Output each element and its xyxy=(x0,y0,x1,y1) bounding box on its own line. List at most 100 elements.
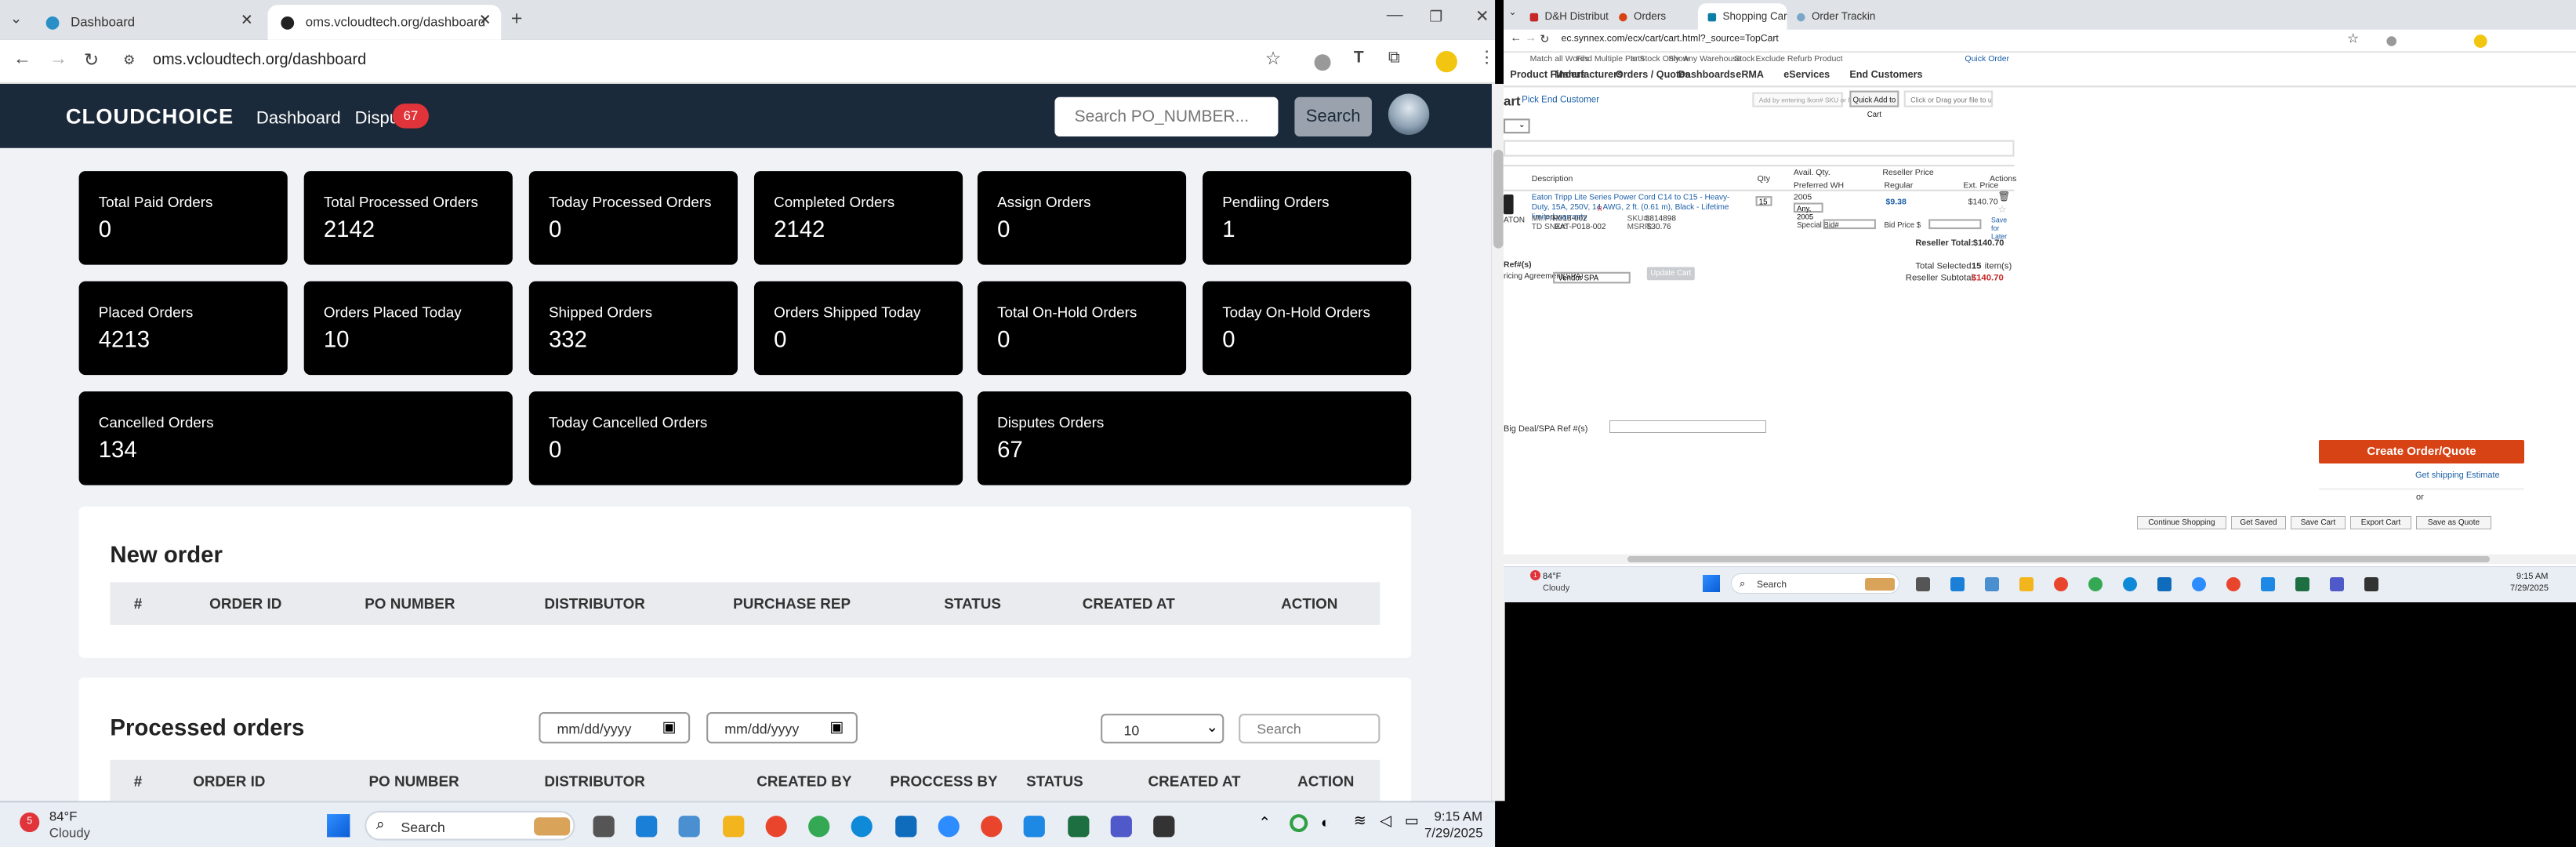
volume-icon[interactable]: ◁ xyxy=(1380,812,1391,831)
calendar-icon[interactable]: ▣ xyxy=(829,718,844,736)
create-order-button[interactable]: Create Order/Quote xyxy=(2319,440,2524,463)
column-header: PO NUMBER xyxy=(368,772,459,790)
column-header: # xyxy=(133,772,143,790)
extension-icon[interactable] xyxy=(1314,54,1331,71)
extensions-icon[interactable]: ⧉ xyxy=(1388,49,1400,67)
task-view-icon[interactable] xyxy=(593,816,615,838)
big-deal-input[interactable] xyxy=(1609,420,1766,433)
calendar-icon[interactable]: ▣ xyxy=(662,718,677,736)
outlook-icon[interactable] xyxy=(2157,577,2171,591)
stat-label: Completed Orders xyxy=(774,194,895,211)
weather-desc[interactable]: Cloudy xyxy=(1543,583,1569,593)
po-search-input[interactable] xyxy=(1054,96,1279,137)
reading-mode-icon[interactable]: T xyxy=(1354,49,1364,67)
windows-start-icon[interactable] xyxy=(1703,575,1720,592)
clock-time[interactable]: 9:15 AM xyxy=(1435,809,1483,824)
close-window-icon[interactable]: ✕ xyxy=(1475,8,1489,26)
chrome-profile-icon[interactable] xyxy=(2088,577,2103,591)
windows-start-icon[interactable] xyxy=(327,814,350,838)
processed-search-input[interactable] xyxy=(1239,714,1381,743)
excel-icon[interactable] xyxy=(2295,577,2309,591)
clock-time[interactable]: 9:15 AM xyxy=(2516,572,2548,581)
excel-icon[interactable] xyxy=(1068,816,1090,838)
chrome-profile-icon[interactable] xyxy=(808,816,830,838)
zoom-icon[interactable] xyxy=(2192,577,2206,591)
nav-dashboard-link[interactable]: Dashboard xyxy=(256,108,341,128)
chevron-up-icon[interactable]: ⌃ xyxy=(1258,814,1271,832)
horizontal-scrollbar[interactable] xyxy=(1504,554,2576,564)
new-tab-button[interactable]: + xyxy=(511,6,523,29)
chrome-icon[interactable] xyxy=(765,816,787,838)
zoom-icon[interactable] xyxy=(938,816,960,838)
search-button[interactable]: Search xyxy=(1294,96,1372,137)
chrome-icon[interactable] xyxy=(981,816,1003,838)
file-explorer-icon[interactable] xyxy=(723,816,745,838)
save-cart-button[interactable]: Save Cart xyxy=(2291,516,2346,529)
stat-label: Today Cancelled Orders xyxy=(548,414,708,431)
weather-temp[interactable]: 84°F xyxy=(1543,572,1561,581)
app-icon[interactable] xyxy=(636,816,658,838)
site-info-icon[interactable]: ⚙ xyxy=(123,53,135,67)
battery-icon[interactable]: ▭ xyxy=(1405,812,1419,831)
date-from-input[interactable]: mm/dd/yyyy ▣ xyxy=(539,712,691,743)
reload-icon[interactable]: ↻ xyxy=(84,49,99,71)
app-icon[interactable] xyxy=(1023,816,1045,838)
chrome-icon[interactable] xyxy=(2226,577,2240,591)
calculator-icon[interactable] xyxy=(678,816,700,838)
date-to-input[interactable]: mm/dd/yyyy ▣ xyxy=(706,712,858,743)
clock-date[interactable]: 7/29/2025 xyxy=(2510,583,2549,593)
taskbar-search[interactable]: ⌕ Search xyxy=(365,810,575,841)
weather-temp[interactable]: 84°F xyxy=(49,809,78,824)
app-icon[interactable] xyxy=(2261,577,2275,591)
get-saved-button[interactable]: Get Saved xyxy=(2231,516,2286,529)
tab-list-icon[interactable]: ⌄ xyxy=(10,10,23,28)
stat-card: Shipped Orders 332 xyxy=(528,281,738,376)
edge-icon[interactable] xyxy=(2123,577,2137,591)
app-icon[interactable] xyxy=(1153,816,1175,838)
teams-icon[interactable] xyxy=(2330,577,2344,591)
clock-date[interactable]: 7/29/2025 xyxy=(1424,826,1483,841)
forward-icon[interactable]: → xyxy=(49,49,67,69)
brand-logo[interactable]: CLOUDCHOICE xyxy=(66,104,234,128)
app-icon[interactable] xyxy=(2364,577,2378,591)
url-text[interactable]: oms.vcloudtech.org/dashboard xyxy=(153,51,366,69)
teams-icon[interactable] xyxy=(1110,816,1132,838)
menu-icon[interactable]: ⋮ xyxy=(1478,49,1495,67)
shipping-estimate-link[interactable]: Get shipping Estimate xyxy=(2415,471,2500,480)
export-cart-button[interactable]: Export Cart xyxy=(2350,516,2411,529)
scroll-thumb[interactable] xyxy=(1627,556,2490,562)
processed-orders-panel: Processed orders mm/dd/yyyy ▣ mm/dd/yyyy… xyxy=(78,678,1412,802)
profile-avatar[interactable] xyxy=(1435,51,1457,73)
chrome-icon[interactable] xyxy=(2054,577,2068,591)
stat-label: Placed Orders xyxy=(98,304,194,321)
minimize-icon[interactable]: — xyxy=(1387,6,1403,24)
task-view-icon[interactable] xyxy=(1916,577,1930,591)
calculator-icon[interactable] xyxy=(1985,577,1999,591)
save-as-quote-button[interactable]: Save as Quote xyxy=(2416,516,2491,529)
tab-oms-dashboard[interactable]: oms.vcloudtech.org/dashboard ✕ xyxy=(267,5,502,40)
stat-card: Pendiing Orders 1 xyxy=(1203,171,1412,265)
column-header: STATUS xyxy=(1026,772,1083,790)
stat-label: Orders Placed Today xyxy=(323,304,462,321)
taskbar-search[interactable]: ⌕ Search xyxy=(1731,573,1899,594)
outlook-icon[interactable] xyxy=(895,816,917,838)
close-icon[interactable]: ✕ xyxy=(241,12,253,30)
continue-shopping-button[interactable]: Continue Shopping xyxy=(2137,516,2226,529)
file-explorer-icon[interactable] xyxy=(2019,577,2034,591)
tab-dashboard[interactable]: Dashboard ✕ xyxy=(33,5,263,39)
edge-icon[interactable] xyxy=(851,816,873,838)
wifi-icon[interactable]: ≋ xyxy=(1354,812,1366,831)
sync-icon[interactable] xyxy=(1290,814,1308,833)
back-icon[interactable]: ← xyxy=(13,49,31,69)
scroll-thumb[interactable] xyxy=(1493,149,1504,249)
weather-desc[interactable]: Cloudy xyxy=(49,826,90,841)
user-avatar[interactable] xyxy=(1388,93,1430,135)
maximize-icon[interactable]: ❐ xyxy=(1429,8,1442,26)
close-icon[interactable]: ✕ xyxy=(479,12,492,30)
dashboard-page: Total Paid Orders 0 Total Processed Order… xyxy=(0,147,1492,802)
network-icon[interactable]: ◐ xyxy=(1321,814,1330,831)
star-icon[interactable]: ☆ xyxy=(1265,48,1282,69)
page-size-select[interactable]: 10 ⌄ xyxy=(1101,714,1225,743)
stat-value: 0 xyxy=(774,325,787,352)
app-icon[interactable] xyxy=(1950,577,1965,591)
